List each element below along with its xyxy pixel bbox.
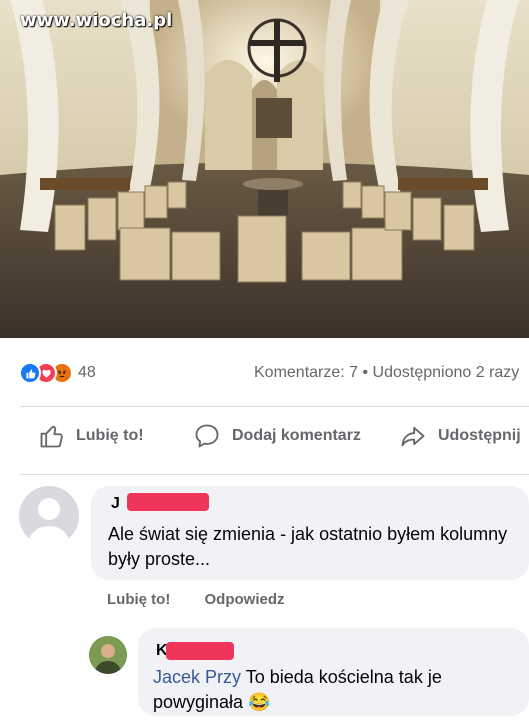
comments-shares-count[interactable]: Komentarze: 7 • Udostępniono 2 razy [254,362,519,384]
share-button[interactable]: Udostępnij [398,422,521,450]
comment-reply-link[interactable]: Odpowiedz [205,591,285,608]
reply-bubble: K Jacek Przy To bieda kościelna tak je p… [138,628,529,716]
default-avatar-icon [27,498,71,546]
reply-text-block: Jacek Przy To bieda kościelna tak je pow… [153,665,518,715]
comment-button[interactable]: Dodaj komentarz [192,422,361,450]
church-interior-image [0,0,529,338]
comment-text: Ale świat się zmienia - jak ostatnio był… [108,524,508,569]
like-button[interactable]: Lubię to! [38,422,144,450]
user-photo-icon [89,636,127,674]
share-button-label: Udostępnij [438,427,521,444]
comment-like-link[interactable]: Lubię to! [107,591,170,608]
post-photo[interactable]: www.wiocha.pl [0,0,529,338]
comment-bubble: J Ale świat się zmienia - jak ostatnio b… [91,486,529,580]
comment-actions: Lubię to! Odpowiedz [107,591,285,608]
share-arrow-icon [401,426,425,447]
thumbs-up-icon [40,425,63,448]
mention-link[interactable]: Jacek Przy [153,667,241,687]
redaction-mark [127,493,209,511]
like-button-label: Lubię to! [76,427,144,444]
divider [20,406,529,407]
watermark: www.wiocha.pl [20,10,173,31]
avatar[interactable] [19,486,79,546]
comment-icon [195,424,219,448]
comment: J Ale świat się zmienia - jak ostatnio b… [0,486,529,616]
redaction-mark [166,642,234,660]
comment-button-label: Dodaj komentarz [232,427,361,444]
post-actions: Lubię to! Dodaj komentarz Udostępnij [0,408,529,468]
post-stats: 48 Komentarze: 7 • Udostępniono 2 razy [0,338,529,406]
avatar[interactable] [89,636,127,674]
like-icon [19,362,41,384]
reply-comment: K Jacek Przy To bieda kościelna tak je p… [0,628,529,720]
comment-author[interactable]: J [111,495,120,513]
divider [20,474,529,475]
post-card: 48 Komentarze: 7 • Udostępniono 2 razy L… [0,338,529,720]
reaction-count[interactable]: 48 [78,362,96,384]
